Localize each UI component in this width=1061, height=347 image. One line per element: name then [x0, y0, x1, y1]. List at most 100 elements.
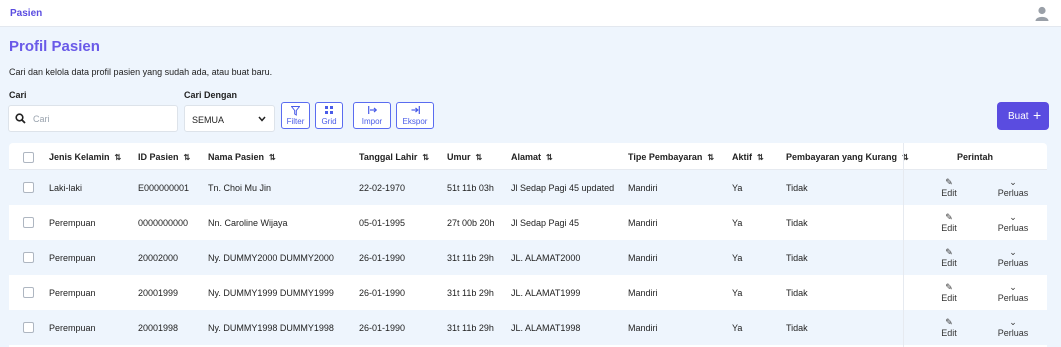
cell-name: Tn. Choi Mu Jin [208, 183, 272, 193]
pencil-icon: ✎ [945, 177, 953, 187]
cell-name: Ny. DUMMY1998 DUMMY1998 [208, 323, 334, 333]
cell-gender: Perempuan [49, 288, 96, 298]
cell-id: 20002000 [138, 253, 179, 263]
header-dob[interactable]: Tanggal Lahir ⇅ [359, 152, 429, 162]
filter-icon [291, 106, 300, 116]
cell-active: Ya [732, 183, 743, 193]
row-checkbox[interactable] [23, 322, 34, 333]
row-checkbox[interactable] [23, 287, 34, 298]
header-address[interactable]: Alamat ⇅ [511, 152, 553, 162]
cell-missing-payment: Tidak [786, 323, 808, 333]
cell-id: 20001999 [138, 288, 179, 298]
chevron-down-icon: ⌄ [1009, 212, 1017, 222]
cell-address: Jl Sedap Pagi 45 [511, 218, 580, 228]
expand-button[interactable]: ⌄ Perluas [995, 211, 1031, 233]
filter-label: Filter [286, 117, 305, 126]
cell-gender: Perempuan [49, 253, 96, 263]
header-name[interactable]: Nama Pasien ⇅ [208, 152, 276, 162]
sort-icon[interactable]: ⇅ [546, 153, 553, 162]
header-id[interactable]: ID Pasien ⇅ [138, 152, 190, 162]
import-label: Impor [361, 117, 383, 126]
cell-active: Ya [732, 323, 743, 333]
cell-age: 31t 11b 29h [447, 323, 494, 333]
table-row[interactable]: Perempuan 20001998 Ny. DUMMY1998 DUMMY19… [9, 310, 1047, 345]
cell-id: E000000001 [138, 183, 190, 193]
chevron-down-icon [258, 116, 266, 122]
export-button[interactable]: Ekspor [396, 102, 434, 129]
cell-dob: 26-01-1990 [359, 253, 406, 263]
edit-button[interactable]: ✎ Edit [937, 316, 961, 338]
create-button[interactable]: Buat + [997, 102, 1049, 130]
search-field[interactable] [8, 105, 178, 132]
user-icon[interactable] [1035, 6, 1049, 21]
cell-age: 51t 11b 03h [447, 183, 494, 193]
row-checkbox[interactable] [23, 252, 34, 263]
cell-age: 31t 11b 29h [447, 288, 494, 298]
chevron-down-icon: ⌄ [1009, 247, 1017, 257]
row-checkbox[interactable] [23, 217, 34, 228]
edit-button[interactable]: ✎ Edit [937, 281, 961, 303]
chevron-down-icon: ⌄ [1009, 317, 1017, 327]
table-row[interactable]: Perempuan 20002000 Ny. DUMMY2000 DUMMY20… [9, 240, 1047, 275]
pencil-icon: ✎ [945, 247, 953, 257]
cell-dob: 05-01-1995 [359, 218, 406, 228]
cell-missing-payment: Tidak [786, 218, 808, 228]
cell-gender: Perempuan [49, 323, 96, 333]
sort-icon[interactable]: ⇅ [184, 153, 191, 162]
sort-icon[interactable]: ⇅ [269, 153, 276, 162]
cell-age: 27t 00b 20h [447, 218, 495, 228]
header-payment-type[interactable]: Tipe Pembayaran ⇅ [628, 152, 714, 162]
header-missing-payment[interactable]: Pembayaran yang Kurang ⇅ [786, 152, 909, 162]
filter-button[interactable]: Filter [281, 102, 310, 129]
grid-button[interactable]: Grid [315, 102, 343, 129]
pencil-icon: ✎ [945, 282, 953, 292]
header-gender[interactable]: Jenis Kelamin ⇅ [49, 152, 121, 162]
cell-active: Ya [732, 253, 743, 263]
cell-payment-type: Mandiri [628, 218, 658, 228]
cell-dob: 26-01-1990 [359, 323, 406, 333]
pencil-icon: ✎ [945, 317, 953, 327]
search-by-value: SEMUA [192, 115, 225, 125]
plus-icon: + [1033, 107, 1042, 123]
sort-icon[interactable]: ⇅ [757, 153, 764, 162]
create-label: Buat [1008, 111, 1029, 122]
cell-missing-payment: Tidak [786, 288, 808, 298]
table-row[interactable]: Laki-laki E000000001 Tn. Choi Mu Jin 22-… [9, 170, 1047, 205]
cell-address: JL. ALAMAT2000 [511, 253, 581, 263]
row-checkbox[interactable] [23, 182, 34, 193]
cell-missing-payment: Tidak [786, 183, 808, 193]
actions-column-divider [903, 143, 904, 347]
chevron-down-icon: ⌄ [1009, 282, 1017, 292]
expand-button[interactable]: ⌄ Perluas [995, 176, 1031, 198]
sort-icon[interactable]: ⇅ [422, 153, 429, 162]
sort-icon[interactable]: ⇅ [707, 153, 714, 162]
cell-payment-type: Mandiri [628, 288, 658, 298]
expand-button[interactable]: ⌄ Perluas [995, 281, 1031, 303]
header-age[interactable]: Umur ⇅ [447, 152, 482, 162]
sort-icon[interactable]: ⇅ [115, 153, 122, 162]
cell-address: JL. ALAMAT1999 [511, 288, 581, 298]
cell-dob: 26-01-1990 [359, 288, 406, 298]
select-all-checkbox[interactable] [23, 152, 34, 163]
cell-payment-type: Mandiri [628, 183, 658, 193]
edit-button[interactable]: ✎ Edit [937, 211, 961, 233]
sort-icon[interactable]: ⇅ [476, 153, 483, 162]
search-input[interactable] [33, 112, 173, 126]
cell-id: 20001998 [138, 323, 179, 333]
cell-address: JL. ALAMAT1998 [511, 323, 581, 333]
search-by-select[interactable]: SEMUA [184, 105, 275, 132]
expand-button[interactable]: ⌄ Perluas [995, 246, 1031, 268]
edit-button[interactable]: ✎ Edit [937, 176, 961, 198]
edit-button[interactable]: ✎ Edit [937, 246, 961, 268]
expand-button[interactable]: ⌄ Perluas [995, 316, 1031, 338]
import-button[interactable]: Impor [353, 102, 391, 129]
table-row[interactable]: Perempuan 0000000000 Nn. Caroline Wijaya… [9, 205, 1047, 240]
table-row[interactable]: Perempuan 20001999 Ny. DUMMY1999 DUMMY19… [9, 275, 1047, 310]
cell-gender: Perempuan [49, 218, 96, 228]
breadcrumb-pasien[interactable]: Pasien [10, 8, 42, 19]
grid-icon [325, 106, 333, 114]
page-subtitle: Cari dan kelola data profil pasien yang … [9, 67, 273, 77]
cell-name: Ny. DUMMY1999 DUMMY1999 [208, 288, 334, 298]
export-icon [411, 106, 420, 114]
header-active[interactable]: Aktif ⇅ [732, 152, 764, 162]
